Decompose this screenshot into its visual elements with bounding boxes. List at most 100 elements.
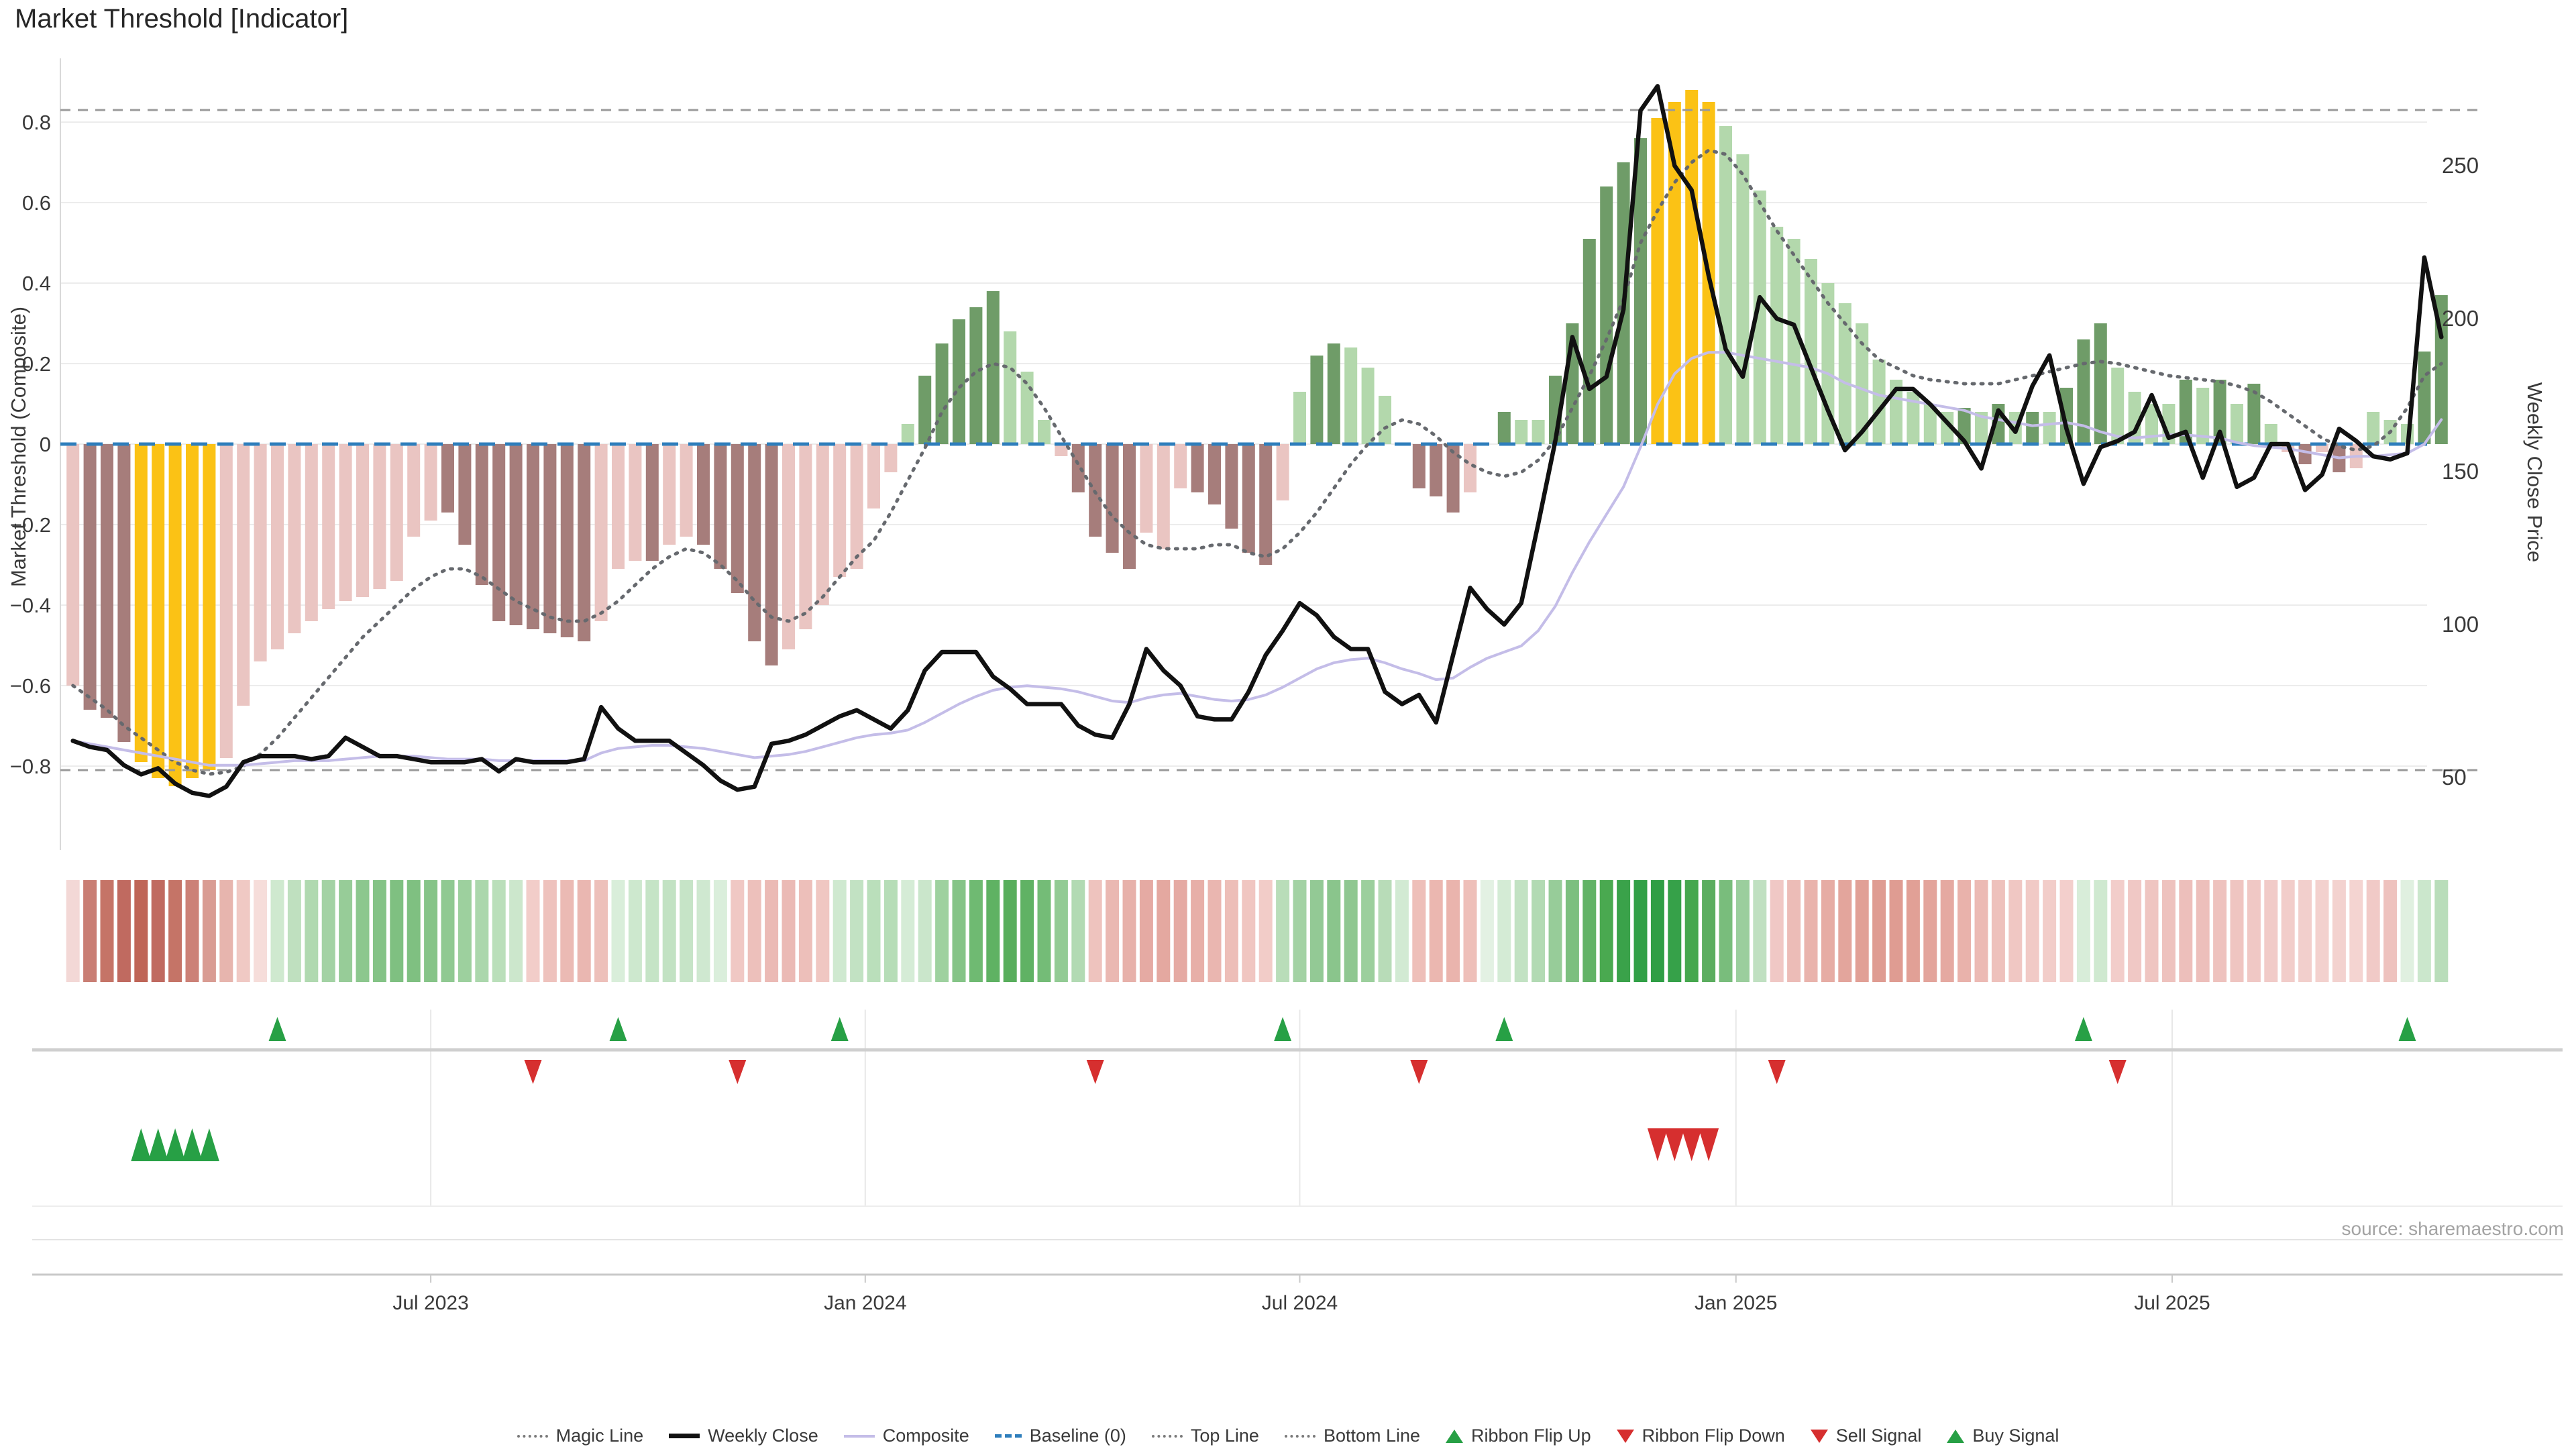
threshold-bar	[867, 444, 880, 508]
threshold-bar	[1515, 420, 1527, 444]
ribbon-flip-up-icon	[610, 1017, 627, 1041]
threshold-bar	[2094, 323, 2107, 444]
ribbon-cell	[714, 880, 727, 982]
ribbon-flip-up-icon	[2075, 1017, 2092, 1041]
ribbon-cell	[1089, 880, 1102, 982]
svg-text:−0.6: −0.6	[10, 674, 51, 698]
legend-item-bottom-line: Bottom Line	[1285, 1426, 1420, 1446]
ribbon-cell	[1361, 880, 1375, 982]
svg-text:150: 150	[2442, 459, 2479, 484]
ribbon-cell	[1242, 880, 1255, 982]
ribbon-flip-down-marker-icon	[1617, 1430, 1634, 1443]
ribbon-cell	[748, 880, 761, 982]
ribbon-cell	[492, 880, 506, 982]
ribbon-cell	[2367, 880, 2380, 982]
legend: Magic LineWeekly CloseCompositeBaseline …	[0, 1426, 2576, 1446]
ribbon-cell	[1685, 880, 1699, 982]
buy-signal-icon	[148, 1128, 168, 1161]
threshold-bar	[1310, 356, 1323, 444]
ribbon-cell	[2128, 880, 2141, 982]
baseline-0-marker-icon	[995, 1434, 1022, 1438]
ribbon-strip	[66, 880, 2449, 982]
threshold-bar	[1498, 412, 1511, 444]
ribbon-cell	[271, 880, 284, 982]
ribbon-cell	[2026, 880, 2039, 982]
ribbon-cell	[1157, 880, 1170, 982]
ribbon-flip-up-icon	[269, 1017, 286, 1041]
svg-text:Jul 2023: Jul 2023	[392, 1292, 468, 1314]
ribbon-cell	[1532, 880, 1545, 982]
svg-text:250: 250	[2442, 153, 2479, 178]
threshold-bar	[1277, 444, 1289, 500]
ribbon-cell	[2043, 880, 2056, 982]
svg-text:0.6: 0.6	[22, 191, 51, 215]
ribbon-cell	[1617, 880, 1630, 982]
threshold-bar	[2418, 352, 2430, 444]
ribbon-cell	[1038, 880, 1051, 982]
threshold-bar	[1072, 444, 1085, 492]
sell-signal-markers	[1648, 1128, 1719, 1161]
ribbon-cell	[1412, 880, 1426, 982]
ribbon-cell	[2162, 880, 2176, 982]
bottom-line-marker-icon	[1285, 1435, 1316, 1438]
svg-text:0: 0	[40, 433, 51, 456]
ribbon-cell	[2077, 880, 2090, 982]
ribbon-cell	[1276, 880, 1289, 982]
threshold-bar	[1736, 154, 1749, 444]
threshold-bar	[458, 444, 471, 545]
ribbon-cell	[1600, 880, 1613, 982]
threshold-bar	[1344, 347, 1357, 444]
threshold-bar	[1140, 444, 1152, 533]
ribbon-cell	[1123, 880, 1136, 982]
threshold-bar	[271, 444, 284, 649]
legend-label: Top Line	[1191, 1426, 1259, 1446]
ribbon-flip-down-icon	[1410, 1060, 1428, 1084]
threshold-bar	[288, 444, 301, 633]
ribbon-cell	[663, 880, 676, 982]
threshold-bar	[1719, 126, 1732, 444]
threshold-bar	[135, 444, 148, 762]
threshold-bar	[561, 444, 574, 637]
threshold-bar	[1293, 392, 1306, 444]
ribbon-cell	[1923, 880, 1937, 982]
ribbon-cell	[1549, 880, 1562, 982]
ribbon-cell	[1020, 880, 1034, 982]
ribbon-cell	[1225, 880, 1238, 982]
ribbon-cell	[645, 880, 659, 982]
threshold-bar	[1362, 368, 1375, 444]
ribbon-cell	[850, 880, 863, 982]
ribbon-cell	[560, 880, 574, 982]
threshold-bar	[1157, 444, 1170, 549]
threshold-bar	[373, 444, 386, 589]
threshold-bar	[2043, 412, 2056, 444]
threshold-bar	[476, 444, 488, 585]
ribbon-cell	[594, 880, 608, 982]
legend-item-composite: Composite	[844, 1426, 969, 1446]
threshold-bar	[936, 343, 949, 444]
svg-text:50: 50	[2442, 765, 2467, 790]
legend-label: Buy Signal	[1972, 1426, 2059, 1446]
legend-item-top-line: Top Line	[1152, 1426, 1259, 1446]
threshold-bar	[833, 444, 846, 577]
legend-item-magic-line: Magic Line	[517, 1426, 644, 1446]
ribbon-cell	[1992, 880, 2005, 982]
threshold-bar	[748, 444, 761, 641]
legend-item-sell-signal: Sell Signal	[1811, 1426, 1922, 1446]
threshold-bar	[237, 444, 250, 706]
legend-label: Weekly Close	[708, 1426, 818, 1446]
top-line-marker-icon	[1152, 1435, 1183, 1438]
source-note: source: sharemaestro.com	[2342, 1218, 2564, 1240]
sell-signal-icon	[1664, 1128, 1684, 1161]
ribbon-cell	[1975, 880, 1988, 982]
legend-label: Composite	[883, 1426, 969, 1446]
ribbon-cell	[1838, 880, 1851, 982]
right-axis-title: Weekly Close Price	[2522, 264, 2546, 680]
threshold-bars	[66, 90, 2448, 786]
ribbon-cell	[1821, 880, 1835, 982]
ribbon-cell	[1379, 880, 1392, 982]
threshold-bar	[953, 319, 965, 444]
x-tick-labels: Jul 2023Jan 2024Jul 2024Jan 2025Jul 2025	[392, 1275, 2210, 1314]
ribbon-cell	[475, 880, 488, 982]
svg-text:Jul 2024: Jul 2024	[1262, 1292, 1338, 1314]
legend-item-ribbon-flip-down: Ribbon Flip Down	[1617, 1426, 1785, 1446]
